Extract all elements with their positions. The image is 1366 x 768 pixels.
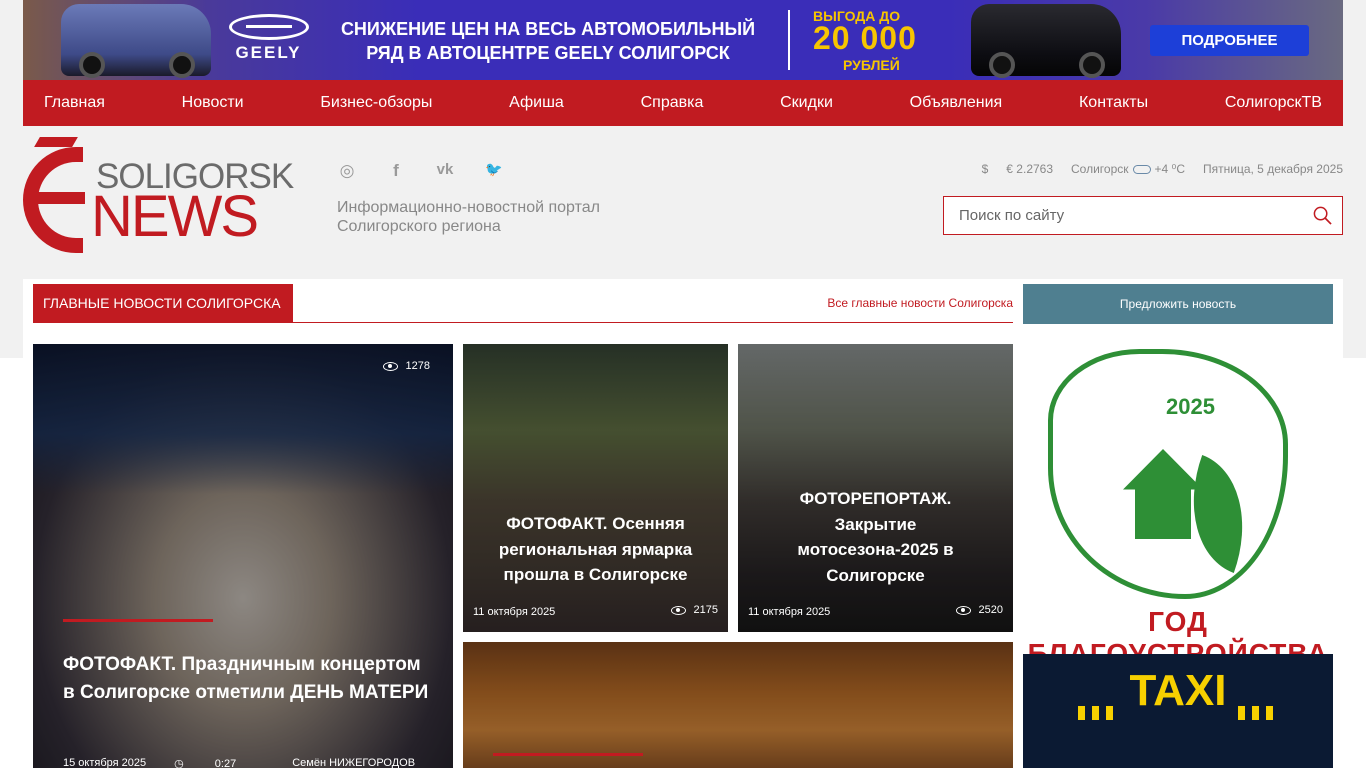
search-input[interactable] (944, 197, 1294, 234)
eye-icon (670, 605, 686, 615)
logo-text-bottom: NEWS (91, 184, 259, 249)
promo-bottom-text: РУБЛЕЙ (843, 57, 900, 73)
nav-item-home[interactable]: Главная (44, 94, 105, 112)
main-nav: Главная Новости Бизнес-обзоры Афиша Спра… (23, 80, 1343, 126)
news-card-moto[interactable]: ФОТОРЕПОРТАЖ. Закрытие мотосезона-2025 в… (738, 344, 1013, 632)
taxi-ad[interactable]: TAXI (1023, 654, 1333, 768)
search-box (943, 196, 1343, 235)
promo-amount: 20 000 (813, 20, 917, 56)
ad-year: 2025 (1166, 394, 1215, 419)
views-counter: 1278 (382, 360, 430, 372)
nav-item-news[interactable]: Новости (182, 94, 244, 112)
usd-rate: $ (981, 162, 989, 176)
news-date: 11 октября 2025 (473, 606, 556, 618)
news-card-harvest[interactable] (463, 642, 1013, 768)
facebook-icon[interactable]: f (385, 161, 407, 181)
accent-bar (63, 619, 213, 622)
taxi-text: TAXI (1129, 666, 1227, 715)
weather-temp: +4 ⁰С (1154, 162, 1186, 176)
current-date: Пятница, 5 декабря 2025 (1203, 162, 1343, 176)
car-image-left (61, 4, 211, 78)
nav-item-reference[interactable]: Справка (641, 94, 704, 112)
section-title: Главные новости Солигорска (33, 284, 293, 323)
views-counter: 2520 (955, 604, 1003, 616)
banner-more-button[interactable]: ПОДРОБНЕЕ (1150, 25, 1309, 56)
nav-item-discounts[interactable]: Скидки (780, 94, 833, 112)
site-logo[interactable]: SOLIGORSK NEWS (23, 137, 294, 255)
news-author: Семён НИЖЕГОРОДОВ (292, 757, 416, 768)
section-divider (33, 322, 1013, 323)
geely-logo: GEELY (226, 14, 311, 63)
nav-item-tv[interactable]: СолигорскТВ (1225, 94, 1322, 112)
eye-icon (382, 361, 398, 371)
news-title[interactable]: ФОТОФАКТ. Осенняя региональная ярмарка п… (483, 511, 708, 588)
clock-icon: ◷ (174, 758, 187, 768)
car-image-right (971, 4, 1121, 78)
suggest-news-button[interactable]: Предложить новость (1023, 284, 1333, 324)
eur-rate: € 2.2763 (1006, 162, 1054, 176)
nav-item-contacts[interactable]: Контакты (1079, 94, 1148, 112)
news-meta: 15 октября 2025 ◷ 0:27 Семён НИЖЕГОРОДОВ (63, 757, 443, 768)
eye-icon (955, 605, 971, 615)
video-duration: ◷ 0:27 (174, 758, 237, 768)
banner-headline: СНИЖЕНИЕ ЦЕН НА ВЕСЬ АВТОМОБИЛЬНЫЙ РЯД В… (340, 19, 756, 63)
improvement-year-ad[interactable]: 2025 ГОД БЛАГОУСТРОЙСТВА (1023, 344, 1333, 669)
views-counter: 2175 (670, 604, 718, 616)
instagram-icon[interactable]: ◎ (336, 161, 358, 181)
news-date: 11 октября 2025 (748, 606, 831, 618)
twitter-icon[interactable]: 🐦 (483, 161, 505, 181)
nav-item-business[interactable]: Бизнес-обзоры (320, 94, 432, 112)
vk-icon[interactable]: vk (434, 161, 456, 181)
geely-ad-banner[interactable]: GEELY СНИЖЕНИЕ ЦЕН НА ВЕСЬ АВТОМОБИЛЬНЫЙ… (23, 0, 1343, 80)
nav-item-events[interactable]: Афиша (509, 94, 564, 112)
all-news-link[interactable]: Все главные новости Солигорска (827, 296, 1013, 310)
weather-city: Солигорск +4 ⁰С (1071, 162, 1186, 176)
news-title[interactable]: ФОТОРЕПОРТАЖ. Закрытие мотосезона-2025 в… (783, 486, 968, 588)
cloud-icon (1132, 165, 1151, 175)
info-bar: $ € 2.2763 Солигорск +4 ⁰С Пятница, 5 дек… (964, 162, 1343, 176)
site-tagline: Информационно-новостной портал Солигорск… (337, 199, 600, 235)
news-title[interactable]: ФОТОФАКТ. Праздничным концертом в Солиго… (63, 651, 433, 707)
news-card-main[interactable]: 1278 ФОТОФАКТ. Праздничным концертом в С… (33, 344, 453, 768)
search-icon[interactable] (1313, 206, 1332, 225)
news-date: 15 октября 2025 (63, 757, 147, 768)
news-card-fair[interactable]: ФОТОФАКТ. Осенняя региональная ярмарка п… (463, 344, 728, 632)
accent-bar (493, 753, 643, 756)
banner-divider (788, 10, 790, 70)
nav-item-ads[interactable]: Объявления (910, 94, 1003, 112)
